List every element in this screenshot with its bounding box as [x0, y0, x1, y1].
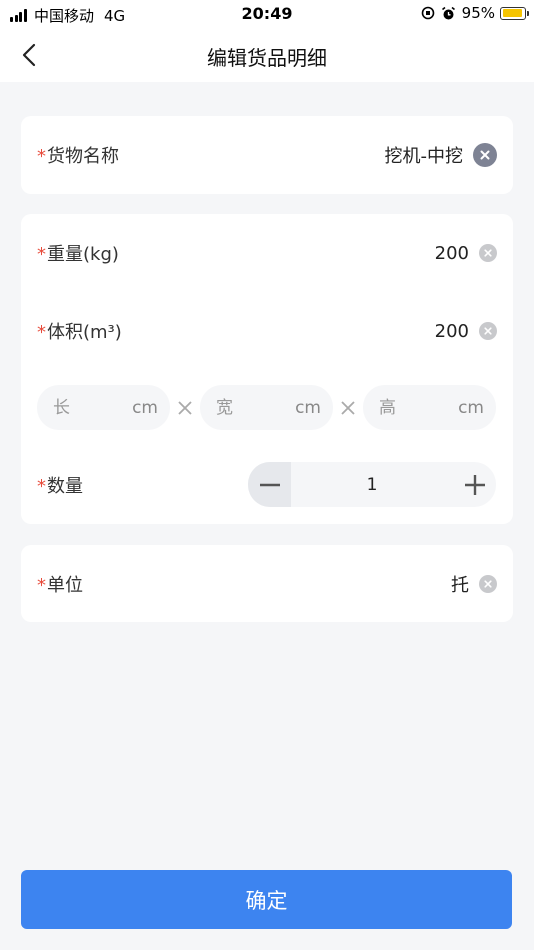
required-mark: *	[37, 322, 46, 343]
volume-value-wrap: 200	[435, 321, 497, 342]
unit-row[interactable]: *单位 托	[21, 545, 513, 622]
height-unit: cm	[458, 397, 484, 418]
height-input[interactable]	[379, 397, 449, 418]
close-icon	[484, 579, 492, 588]
weight-input[interactable]: 200	[435, 243, 469, 264]
goods-name-label: *货物名称	[37, 142, 119, 168]
battery-percent: 95%	[461, 4, 495, 22]
weight-label: *重量(kg)	[37, 240, 119, 266]
plus-icon	[464, 474, 485, 495]
multiply-icon	[170, 400, 200, 416]
width-field[interactable]: cm	[200, 385, 333, 430]
width-unit: cm	[295, 397, 321, 418]
length-input[interactable]	[53, 397, 123, 418]
status-bar: 中国移动 4G 20:49 95%	[0, 0, 534, 28]
close-icon	[484, 249, 492, 257]
volume-row[interactable]: *体积(m³) 200	[21, 292, 513, 370]
page-title: 编辑货品明细	[207, 46, 327, 70]
quantity-value[interactable]: 1	[291, 475, 453, 495]
required-mark: *	[37, 146, 46, 167]
clear-unit-button[interactable]	[479, 574, 497, 593]
volume-label: *体积(m³)	[37, 318, 122, 344]
nav-bar: 编辑货品明细	[0, 28, 534, 82]
unit-label: *单位	[37, 571, 83, 597]
orientation-lock-icon	[421, 6, 435, 20]
clear-volume-button[interactable]	[479, 322, 497, 340]
goods-name-label-text: 货物名称	[47, 146, 119, 167]
goods-name-row[interactable]: *货物名称 挖机-中挖	[21, 116, 513, 194]
increment-button[interactable]	[453, 462, 496, 507]
confirm-button[interactable]: 确定	[21, 870, 512, 929]
close-icon	[484, 327, 492, 335]
length-unit: cm	[132, 397, 158, 418]
volume-label-text: 体积(m³)	[47, 322, 122, 343]
multiply-icon	[333, 400, 363, 416]
required-mark: *	[37, 574, 46, 596]
unit-value[interactable]: 托	[451, 571, 469, 597]
volume-input[interactable]: 200	[435, 321, 469, 342]
unit-label-text: 单位	[47, 574, 83, 596]
decrement-button[interactable]	[248, 462, 291, 507]
required-mark: *	[37, 244, 46, 265]
goods-name-value[interactable]: 挖机-中挖	[385, 142, 464, 168]
length-field[interactable]: cm	[37, 385, 170, 430]
quantity-stepper[interactable]: 1	[248, 462, 496, 507]
required-mark: *	[37, 476, 46, 497]
width-input[interactable]	[216, 397, 286, 418]
unit-card: *单位 托	[21, 545, 513, 622]
goods-name-card: *货物名称 挖机-中挖	[21, 116, 513, 194]
quantity-label-text: 数量	[47, 476, 83, 497]
quantity-label: *数量	[37, 472, 83, 498]
height-field[interactable]: cm	[363, 385, 496, 430]
dimensions-row: cm cm cm	[37, 385, 496, 430]
clear-weight-button[interactable]	[479, 244, 497, 262]
close-icon	[480, 150, 490, 160]
weight-label-text: 重量(kg)	[47, 244, 119, 265]
status-right: 95%	[421, 4, 529, 22]
battery-icon	[500, 6, 529, 20]
clear-goods-name-button[interactable]	[473, 143, 497, 167]
unit-value-wrap: 托	[451, 571, 497, 597]
weight-row[interactable]: *重量(kg) 200	[21, 214, 513, 292]
goods-name-value-wrap: 挖机-中挖	[385, 142, 497, 168]
minus-icon	[259, 483, 280, 486]
goods-spec-card: *重量(kg) 200 *体积(m³) 200 cm cm	[21, 214, 513, 524]
alarm-icon	[441, 6, 456, 21]
weight-value-wrap: 200	[435, 243, 497, 264]
